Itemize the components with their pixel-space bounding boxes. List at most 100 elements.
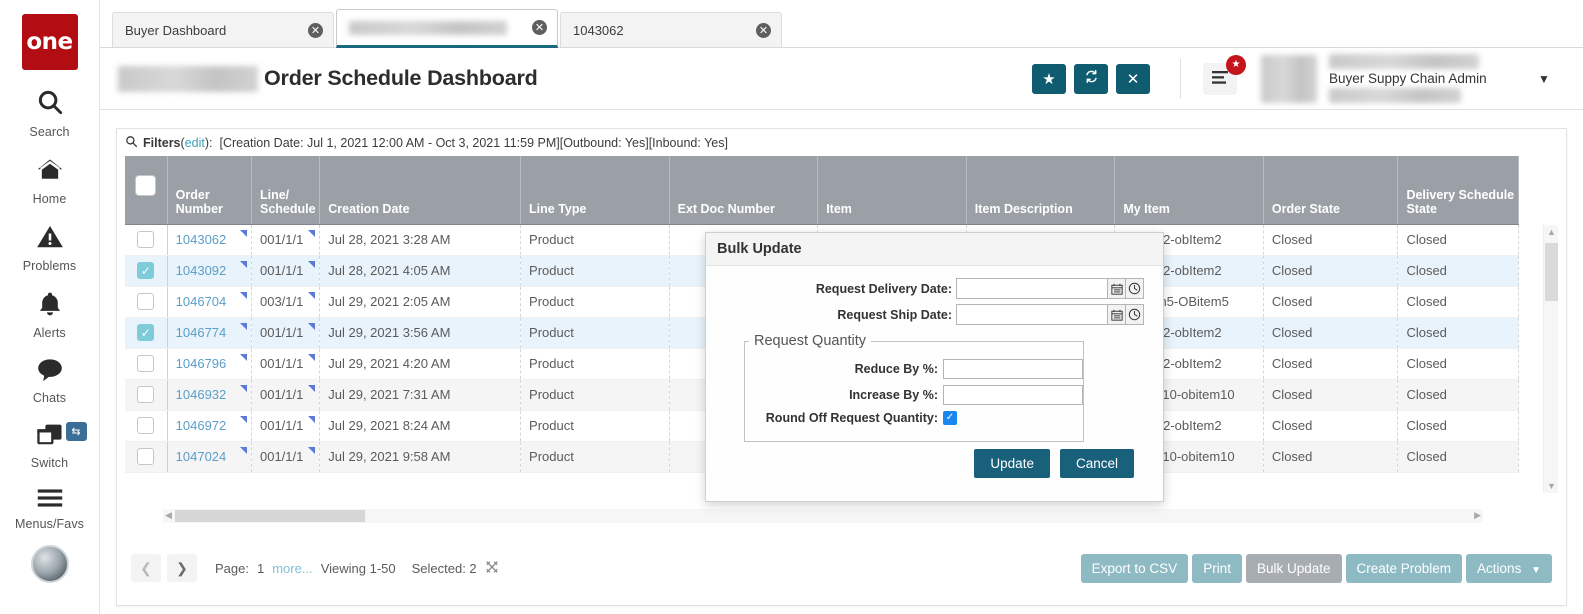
column-header-line-schedule[interactable]: Line/ Schedule xyxy=(251,156,321,225)
column-header-creation-date[interactable]: Creation Date xyxy=(319,156,522,225)
sidebar-item-menus-favs[interactable]: Menus/Favs xyxy=(0,487,100,531)
more-pages-link[interactable]: more... xyxy=(272,561,312,576)
column-header-order-number[interactable]: Order Number xyxy=(167,156,252,225)
export-to-csv-button[interactable]: Export to CSV xyxy=(1080,553,1189,583)
select-all-header[interactable] xyxy=(125,156,168,225)
update-button[interactable]: Update xyxy=(974,449,1050,478)
column-header-item-description[interactable]: Item Description xyxy=(966,156,1116,225)
row-select-cell[interactable]: ✓ xyxy=(125,317,168,349)
sidebar-item-home[interactable]: Home xyxy=(0,156,100,206)
favorite-button[interactable]: ★ xyxy=(1032,63,1066,94)
bulk-update-button[interactable]: Bulk Update xyxy=(1245,553,1342,583)
user-menu-caret-button[interactable]: ▼ xyxy=(1529,62,1559,96)
row-select-cell[interactable] xyxy=(125,410,168,442)
row-select-cell[interactable] xyxy=(125,379,168,411)
cell-line-schedule: 001/1/1 xyxy=(251,224,321,256)
table-vertical-scrollbar[interactable]: ▲ ▼ xyxy=(1543,225,1558,493)
row-select-cell[interactable]: ✓ xyxy=(125,255,168,287)
sidebar-item-search[interactable]: Search xyxy=(0,87,100,139)
sidebar-item-alerts[interactable]: Alerts xyxy=(0,290,100,340)
create-problem-button[interactable]: Create Problem xyxy=(1345,553,1463,583)
cancel-button[interactable]: Cancel xyxy=(1059,449,1134,478)
cell-creation-date: Jul 29, 2021 7:31 AM xyxy=(319,379,522,411)
row-checkbox[interactable] xyxy=(137,448,155,466)
horizontal-scroll-thumb[interactable] xyxy=(175,510,365,522)
increase-by-input[interactable] xyxy=(943,385,1083,405)
column-header-ext-doc-number[interactable]: Ext Doc Number xyxy=(669,156,819,225)
cell-text[interactable]: 1043062 xyxy=(176,232,227,247)
switch-toggle-badge-icon[interactable]: ⇆ xyxy=(65,422,87,441)
cell-text[interactable]: 1043092 xyxy=(176,263,227,278)
clock-icon[interactable] xyxy=(1126,304,1144,325)
close-icon[interactable]: ✕ xyxy=(532,20,547,35)
row-checkbox[interactable] xyxy=(137,293,155,311)
clear-selection-icon[interactable] xyxy=(485,560,499,577)
bulk-update-dialog: Bulk Update Request Delivery Date: Reque… xyxy=(705,232,1164,502)
close-icon[interactable]: ✕ xyxy=(308,23,323,38)
user-menu[interactable]: Buyer Suppy Chain Admin xyxy=(1329,54,1525,103)
select-all-checkbox[interactable] xyxy=(135,175,157,197)
row-checkbox[interactable] xyxy=(137,355,155,373)
column-header-my-item[interactable]: My Item xyxy=(1114,156,1264,225)
scroll-down-icon[interactable]: ▼ xyxy=(1547,481,1556,491)
row-select-cell[interactable] xyxy=(125,286,168,318)
row-checkbox[interactable]: ✓ xyxy=(137,324,155,342)
tab-buyer-dashboard[interactable]: Buyer Dashboard ✕ xyxy=(112,12,334,48)
column-header-delivery-schedule-state[interactable]: Delivery Schedule State xyxy=(1397,156,1519,225)
refresh-button[interactable] xyxy=(1074,63,1108,94)
scroll-left-icon[interactable]: ◀ xyxy=(165,510,172,521)
page-menu-button[interactable]: ★ xyxy=(1203,54,1246,95)
page-number[interactable]: 1 xyxy=(257,561,264,576)
column-header-item[interactable]: Item xyxy=(817,156,967,225)
sidebar-item-problems[interactable]: Problems xyxy=(0,223,100,273)
scroll-right-icon[interactable]: ▶ xyxy=(1474,510,1481,521)
request-delivery-date-input[interactable] xyxy=(956,278,1108,299)
next-page-button[interactable]: ❯ xyxy=(167,554,197,582)
scroll-up-icon[interactable]: ▲ xyxy=(1547,227,1556,237)
row-select-cell[interactable] xyxy=(125,441,168,473)
calendar-icon[interactable] xyxy=(1108,304,1126,325)
clock-icon[interactable] xyxy=(1126,278,1144,299)
reduce-by-input[interactable] xyxy=(943,359,1083,379)
filters-edit-link[interactable]: edit xyxy=(185,136,205,150)
star-icon: ★ xyxy=(1042,70,1056,88)
sidebar-item-chats[interactable]: Chats xyxy=(0,357,100,405)
print-button[interactable]: Print xyxy=(1192,553,1242,583)
round-off-checkbox[interactable]: ✓ xyxy=(943,411,957,425)
calendar-icon[interactable] xyxy=(1108,278,1126,299)
row-checkbox[interactable]: ✓ xyxy=(137,262,155,280)
column-header-line-type[interactable]: Line Type xyxy=(520,156,670,225)
cell-creation-date: Jul 28, 2021 3:28 AM xyxy=(319,224,522,256)
sidebar-item-switch[interactable]: ⇆ Switch xyxy=(0,422,100,470)
cell-delivery-schedule-state: Closed xyxy=(1397,441,1519,473)
cell-text[interactable]: 1046774 xyxy=(176,325,227,340)
cell-delivery-schedule-state: Closed xyxy=(1397,317,1519,349)
actions-dropdown-button[interactable]: Actions ▼ xyxy=(1466,553,1552,583)
avatar[interactable] xyxy=(30,545,69,583)
cell-creation-date: Jul 29, 2021 9:58 AM xyxy=(319,441,522,473)
vertical-scroll-thumb[interactable] xyxy=(1545,243,1558,301)
dialog-title: Bulk Update xyxy=(706,233,1163,266)
table-horizontal-scrollbar[interactable]: ◀ ▶ xyxy=(163,509,1483,523)
cell-text: Closed xyxy=(1406,387,1447,402)
close-page-button[interactable]: ✕ xyxy=(1116,63,1150,94)
request-ship-date-input[interactable] xyxy=(956,304,1108,325)
cell-text[interactable]: 1047024 xyxy=(176,449,227,464)
selected-count: Selected: 2 xyxy=(411,560,477,576)
cell-text[interactable]: 1046972 xyxy=(176,418,227,433)
tab-1043062[interactable]: 1043062 ✕ xyxy=(560,12,782,48)
column-header-order-state[interactable]: Order State xyxy=(1263,156,1399,225)
row-select-cell[interactable] xyxy=(125,348,168,380)
cell-text[interactable]: 1046932 xyxy=(176,387,227,402)
previous-page-button[interactable]: ❮ xyxy=(131,554,161,582)
row-checkbox[interactable] xyxy=(137,417,155,435)
cell-text[interactable]: 1046704 xyxy=(176,294,227,309)
sidebar-item-label: Search xyxy=(29,125,70,139)
row-checkbox[interactable] xyxy=(137,386,155,404)
row-checkbox[interactable] xyxy=(137,231,155,249)
one-network-logo[interactable]: one xyxy=(21,14,78,70)
close-icon[interactable]: ✕ xyxy=(756,23,771,38)
cell-text[interactable]: 1046796 xyxy=(176,356,227,371)
tab-redacted-active[interactable]: ✕ xyxy=(336,9,558,48)
row-select-cell[interactable] xyxy=(125,224,168,256)
